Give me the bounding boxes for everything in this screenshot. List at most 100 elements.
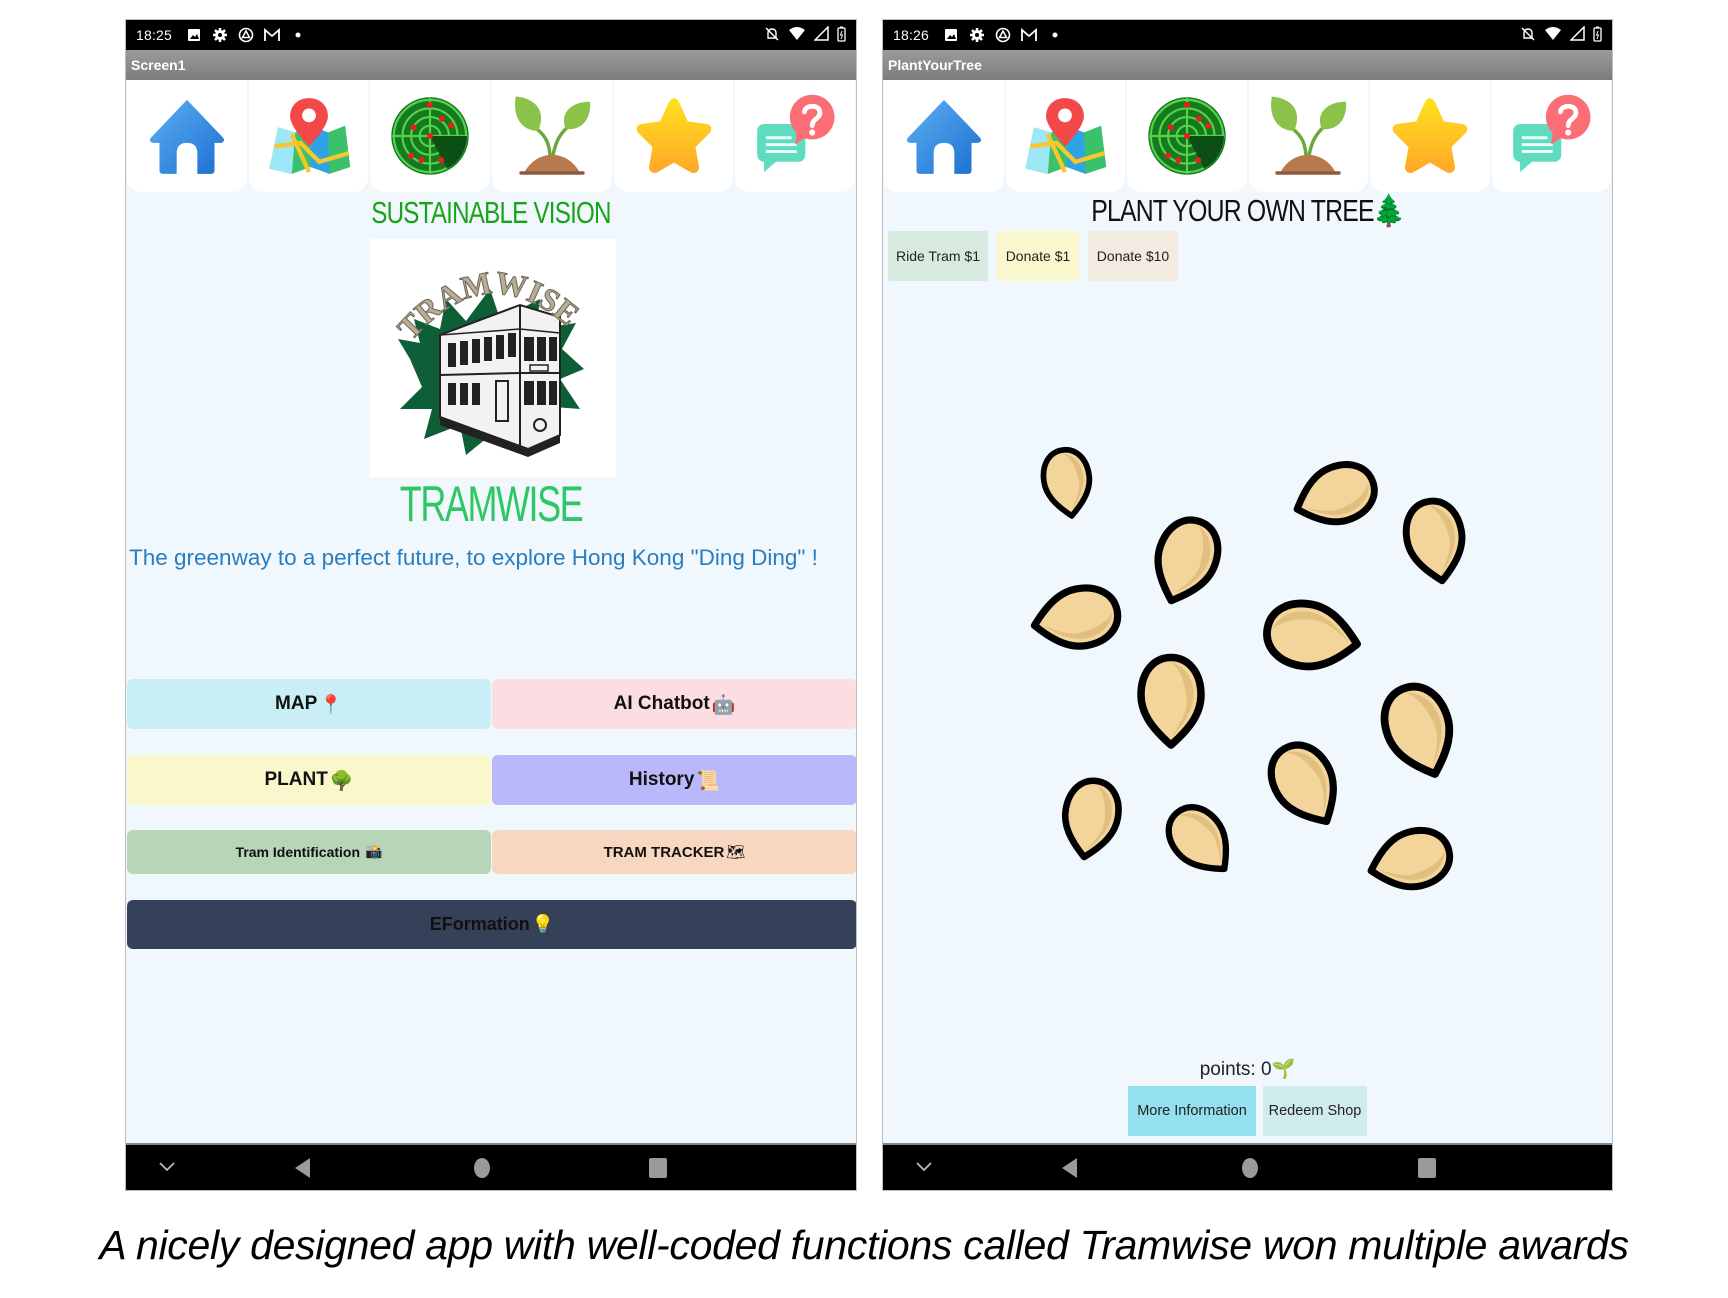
drive-notification-icon bbox=[995, 27, 1011, 43]
home-circle-icon[interactable] bbox=[472, 1157, 492, 1179]
phone-screen-home: 18:25 Screen1 SUSTAINABLE VISION TRAMWIS… bbox=[125, 19, 857, 1191]
donate-10-button[interactable]: Donate $10 bbox=[1088, 231, 1178, 281]
seed-icon[interactable] bbox=[1144, 512, 1227, 611]
donate-1-button[interactable]: Donate $1 bbox=[997, 231, 1079, 281]
battery-icon bbox=[1593, 26, 1602, 45]
figure-caption: A nicely designed app with well-coded fu… bbox=[99, 1222, 1629, 1268]
tree-emoji-icon: 🌳 bbox=[329, 769, 354, 792]
history-button[interactable]: History 📜 bbox=[492, 755, 856, 805]
seed-icon[interactable] bbox=[1364, 823, 1456, 897]
collapse-chevron-icon[interactable] bbox=[158, 1161, 176, 1173]
top-icon-nav bbox=[883, 80, 1612, 192]
settings-notification-icon bbox=[212, 27, 228, 43]
status-bar: 18:26 bbox=[883, 20, 1612, 50]
tram-tracker-button[interactable]: TRAM TRACKER 🗺 bbox=[492, 830, 856, 874]
sprout-icon bbox=[509, 93, 595, 179]
more-notifications-dot-icon bbox=[290, 27, 306, 43]
nav-map-button[interactable] bbox=[1005, 80, 1125, 192]
app-title-bar: Screen1 bbox=[126, 50, 856, 80]
status-time: 18:25 bbox=[136, 27, 173, 43]
radar-icon bbox=[387, 93, 473, 179]
recents-square-icon[interactable] bbox=[1417, 1157, 1437, 1179]
plant-button[interactable]: PLANT 🌳 bbox=[127, 755, 491, 805]
battery-icon bbox=[837, 26, 846, 45]
more-information-button[interactable]: More Information bbox=[1128, 1086, 1256, 1136]
cell-signal-icon bbox=[1569, 25, 1585, 44]
points-display: points: 0🌱 bbox=[1199, 1059, 1296, 1080]
seed-icon[interactable] bbox=[1288, 456, 1383, 535]
pin-emoji-icon: 📍 bbox=[319, 693, 343, 716]
nav-home-button[interactable] bbox=[127, 80, 247, 192]
home-circle-icon[interactable] bbox=[1240, 1157, 1260, 1179]
seed-icon[interactable] bbox=[1029, 583, 1122, 654]
page-heading: PLANT YOUR OWN TREE🌲 bbox=[1091, 193, 1405, 228]
phone-screen-plant: 18:26 PlantYourTree PLANT YOUR OWN TREE🌲… bbox=[882, 19, 1613, 1191]
robot-emoji-icon: 🤖 bbox=[711, 693, 736, 716]
nav-help-button[interactable] bbox=[735, 80, 856, 192]
eformation-button[interactable]: EFormation 💡 bbox=[127, 900, 856, 949]
nav-plant-button[interactable] bbox=[492, 80, 612, 192]
points-value: 0 bbox=[1261, 1059, 1272, 1080]
nav-tracker-button[interactable] bbox=[1127, 80, 1247, 192]
brand-name: TRAMWISE bbox=[399, 476, 584, 532]
seed-icon[interactable] bbox=[1158, 796, 1244, 885]
drive-notification-icon bbox=[238, 27, 254, 43]
nav-favorites-button[interactable] bbox=[1370, 80, 1490, 192]
gallery-notification-icon bbox=[186, 27, 202, 43]
more-notifications-dot-icon bbox=[1047, 27, 1063, 43]
status-time: 18:26 bbox=[893, 27, 930, 43]
recents-square-icon[interactable] bbox=[648, 1157, 668, 1179]
gallery-notification-icon bbox=[943, 27, 959, 43]
gmail-notification-icon bbox=[1021, 27, 1037, 43]
map-button[interactable]: MAP 📍 bbox=[127, 679, 491, 729]
seed-icon[interactable] bbox=[1375, 678, 1465, 785]
android-nav-bar bbox=[883, 1143, 1612, 1190]
help-chat-icon bbox=[752, 93, 838, 179]
ai-chatbot-button[interactable]: AI Chatbot 🤖 bbox=[492, 679, 856, 729]
seedling-emoji-icon: 🌱 bbox=[1271, 1059, 1296, 1080]
back-icon[interactable] bbox=[1060, 1157, 1078, 1179]
seed-planting-area[interactable] bbox=[1001, 400, 1551, 920]
wifi-icon bbox=[788, 26, 806, 44]
cell-signal-icon bbox=[813, 25, 829, 44]
scroll-emoji-icon: 📜 bbox=[696, 769, 721, 792]
map-pin-icon bbox=[266, 93, 352, 179]
evergreen-tree-emoji-icon: 🌲 bbox=[1373, 193, 1405, 228]
seed-icon[interactable] bbox=[1058, 777, 1123, 862]
notifications-muted-icon bbox=[764, 26, 780, 45]
map-pin-icon bbox=[1022, 93, 1108, 179]
nav-home-button[interactable] bbox=[884, 80, 1004, 192]
collapse-chevron-icon[interactable] bbox=[915, 1161, 933, 1173]
nav-map-button[interactable] bbox=[248, 80, 369, 192]
help-chat-icon bbox=[1508, 93, 1594, 179]
star-icon bbox=[631, 93, 717, 179]
seed-icon[interactable] bbox=[1262, 598, 1362, 675]
app-title-bar: PlantYourTree bbox=[883, 50, 1612, 80]
nav-favorites-button[interactable] bbox=[613, 80, 734, 192]
page-heading: SUSTAINABLE VISION bbox=[371, 195, 611, 230]
nav-plant-button[interactable] bbox=[1248, 80, 1368, 192]
status-bar: 18:25 bbox=[126, 20, 856, 50]
settings-notification-icon bbox=[969, 27, 985, 43]
seed-icon[interactable] bbox=[1040, 447, 1094, 519]
seed-icon[interactable] bbox=[1401, 497, 1469, 586]
ride-tram-button[interactable]: Ride Tram $1 bbox=[888, 231, 988, 281]
nav-tracker-button[interactable] bbox=[370, 80, 491, 192]
tagline: The greenway to a perfect future, to exp… bbox=[129, 545, 818, 570]
home-icon bbox=[901, 93, 987, 179]
notifications-muted-icon bbox=[1520, 26, 1536, 45]
radar-icon bbox=[1144, 93, 1230, 179]
home-icon bbox=[144, 93, 230, 179]
nav-help-button[interactable] bbox=[1491, 80, 1611, 192]
lightbulb-emoji-icon: 💡 bbox=[531, 914, 555, 935]
seed-icon[interactable] bbox=[1260, 734, 1352, 836]
redeem-shop-button[interactable]: Redeem Shop bbox=[1263, 1086, 1367, 1136]
sprout-icon bbox=[1265, 93, 1351, 179]
tram-identification-button[interactable]: Tram Identification 📸 bbox=[127, 830, 491, 874]
wifi-icon bbox=[1544, 26, 1562, 44]
android-nav-bar bbox=[126, 1143, 856, 1190]
back-icon[interactable] bbox=[293, 1157, 311, 1179]
seed-icon[interactable] bbox=[1141, 658, 1201, 746]
gmail-notification-icon bbox=[264, 27, 280, 43]
tramwise-logo: TRAMWISE bbox=[370, 239, 616, 477]
